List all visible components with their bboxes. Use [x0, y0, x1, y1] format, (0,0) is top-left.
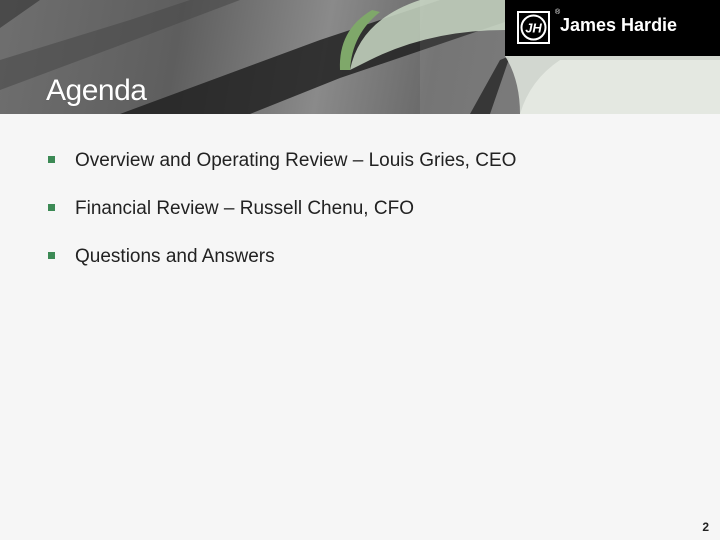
company-logo: JH ® James Hardie — [505, 0, 720, 56]
page-number: 2 — [702, 520, 709, 534]
svg-text:JH: JH — [525, 21, 542, 36]
slide-title: Agenda — [46, 74, 147, 107]
header-banner: Agenda JH ® James Hardie — [0, 0, 720, 114]
slide: Agenda JH ® James Hardie Overview and Op… — [0, 0, 720, 540]
agenda-item-text: Financial Review – Russell Chenu, CFO — [75, 198, 414, 219]
jh-logo-mark-icon: JH — [517, 11, 550, 44]
square-bullet-icon — [48, 156, 55, 163]
square-bullet-icon — [48, 252, 55, 259]
agenda-item-text: Overview and Operating Review – Louis Gr… — [75, 150, 517, 171]
agenda-item-text: Questions and Answers — [75, 246, 275, 267]
square-bullet-icon — [48, 204, 55, 211]
logo-brand-text: James Hardie — [560, 15, 678, 35]
